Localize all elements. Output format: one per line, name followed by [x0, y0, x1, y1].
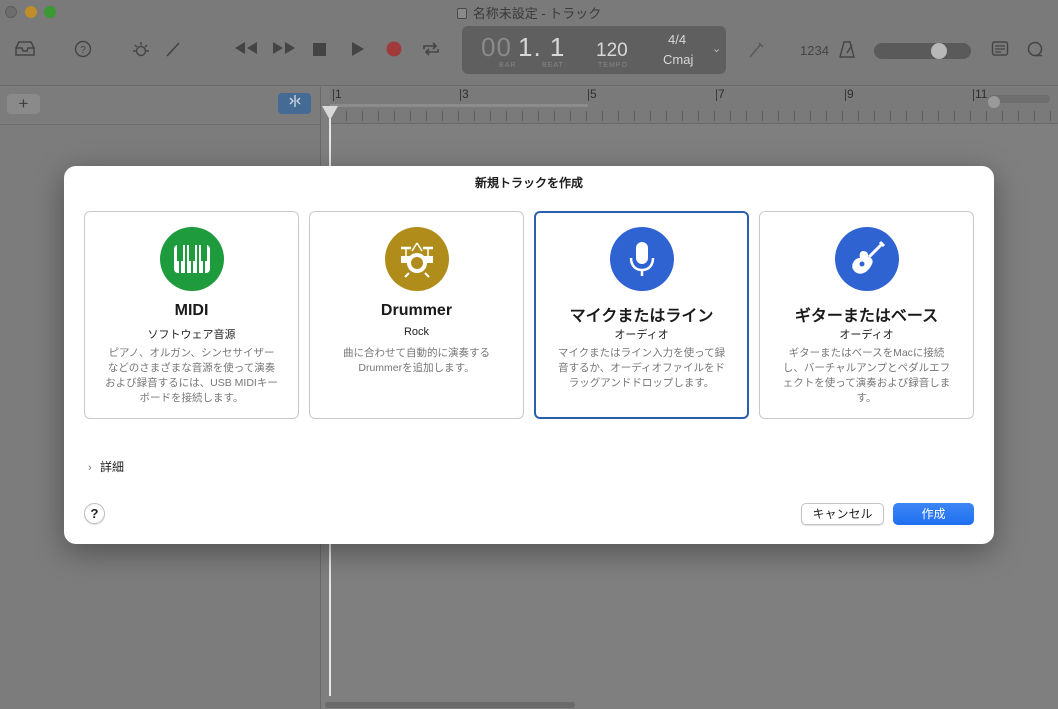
notepad-icon[interactable]	[991, 40, 1009, 63]
lcd-time-signature[interactable]: 4/4	[668, 32, 686, 47]
track-type-card-drummer[interactable]: Drummer Rock 曲に合わせて自動的に演奏するDrummerを追加します…	[309, 211, 524, 419]
cancel-button[interactable]: キャンセル	[801, 503, 884, 525]
piano-keys-icon	[160, 227, 224, 291]
smart-controls-icon[interactable]	[131, 40, 151, 65]
title-bar: 名称未設定 - トラック ? 00 1. 1 BAR BEAT 120 TEMP…	[0, 0, 1058, 86]
lcd-bar-label: BAR	[499, 62, 517, 69]
ruler-ticks	[330, 111, 1058, 121]
catch-playhead-button[interactable]	[278, 93, 311, 114]
track-type-card-midi[interactable]: MIDI ソフトウェア音源 ピアノ、オルガン、シンセサイザーなどのさまざまな音源…	[84, 211, 299, 419]
lcd-bar-leading-digits: 00	[481, 32, 512, 62]
window-title: 名称未設定 - トラック	[0, 3, 1058, 22]
card-name: MIDI	[174, 302, 209, 319]
microphone-icon	[610, 227, 674, 291]
lcd-beat-label: BEAT	[542, 62, 564, 69]
library-icon[interactable]	[13, 40, 37, 63]
card-subtitle: オーディオ	[839, 329, 894, 341]
drum-kit-icon	[385, 227, 449, 291]
ruler-bar-11: 11	[972, 87, 988, 101]
card-description: 曲に合わせて自動的に演奏するDrummerを追加します。	[343, 347, 490, 374]
ruler-bar-9: 9	[845, 87, 854, 101]
cycle-region[interactable]	[330, 104, 588, 107]
details-label: 詳細	[100, 460, 125, 474]
help-icon[interactable]: ?	[74, 40, 92, 63]
lcd-key[interactable]: Cmaj	[663, 52, 693, 67]
lcd-chevron-down-icon[interactable]: ⌄	[712, 42, 721, 55]
lcd-tempo-label: TEMPO	[598, 62, 628, 69]
master-volume-knob[interactable]	[931, 43, 947, 59]
horizontal-scrollbar[interactable]	[325, 702, 575, 708]
chevron-right-icon: ›	[88, 462, 92, 474]
lcd-tempo[interactable]: 120	[596, 40, 628, 62]
lcd-position: 1. 1	[518, 32, 566, 62]
fast-forward-icon[interactable]	[271, 40, 297, 61]
timeline-ruler[interactable]: 1 3 5 7 9 11	[330, 87, 1058, 124]
track-type-card-audio-mic[interactable]: マイクまたはライン オーディオ マイクまたはライン入力を使って録音するか、オーデ…	[534, 211, 749, 419]
card-name: マイクまたはライン	[569, 308, 714, 325]
play-icon[interactable]	[350, 41, 366, 62]
ruler-bar-5: 5	[588, 87, 597, 101]
horizontal-zoom-knob[interactable]	[988, 96, 1000, 108]
rewind-icon[interactable]	[233, 40, 259, 61]
card-subtitle: オーディオ	[614, 329, 669, 341]
card-description: ギターまたはベースをMacに接続し、バーチャルアンプとペダルエフェクトを使って演…	[782, 347, 951, 404]
ruler-bar-3: 3	[460, 87, 469, 101]
details-disclosure[interactable]: › 詳細	[88, 458, 124, 475]
editors-icon[interactable]	[164, 40, 182, 63]
track-type-card-guitar-bass[interactable]: ギターまたはベース オーディオ ギターまたはベースをMacに接続し、バーチャルア…	[759, 211, 974, 419]
stop-icon[interactable]	[312, 42, 328, 63]
guitar-icon	[835, 227, 899, 291]
cycle-icon[interactable]	[421, 40, 441, 63]
record-icon[interactable]	[386, 41, 404, 64]
card-description: マイクまたはライン入力を使って録音するか、オーディオファイルをドラッグアンドドロ…	[557, 347, 726, 389]
create-button[interactable]: 作成	[893, 503, 974, 525]
card-subtitle: Rock	[403, 326, 430, 338]
dialog-title: 新規トラックを作成	[474, 176, 583, 190]
add-track-button[interactable]: +	[7, 94, 40, 114]
panel-divider	[0, 124, 321, 125]
lcd-display[interactable]: 00 1. 1 BAR BEAT 120 TEMPO 4/4 Cmaj ⌄	[462, 26, 726, 74]
card-description: ピアノ、オルガン、シンセサイザーなどのさまざまな音源を使って演奏および録音するに…	[105, 347, 278, 404]
card-name: ギターまたはベース	[794, 308, 939, 325]
count-in-icon[interactable]: 1234	[800, 41, 829, 61]
master-volume-slider[interactable]	[874, 43, 971, 59]
card-name: Drummer	[380, 302, 453, 319]
ruler-bar-1: 1	[333, 87, 342, 101]
help-button[interactable]: ?	[84, 503, 105, 524]
ruler-bar-7: 7	[716, 87, 725, 101]
tuner-icon[interactable]	[746, 40, 766, 65]
metronome-icon[interactable]	[837, 40, 857, 65]
document-icon	[456, 8, 467, 19]
svg-text:?: ?	[80, 45, 86, 56]
loops-icon[interactable]	[1025, 40, 1045, 65]
card-subtitle: ソフトウェア音源	[147, 329, 236, 341]
new-track-dialog: 新規トラックを作成 MIDI ソフトウェア音源 ピアノ、オルガン、シンセサイザー…	[64, 166, 994, 544]
playhead-handle[interactable]	[322, 106, 338, 120]
